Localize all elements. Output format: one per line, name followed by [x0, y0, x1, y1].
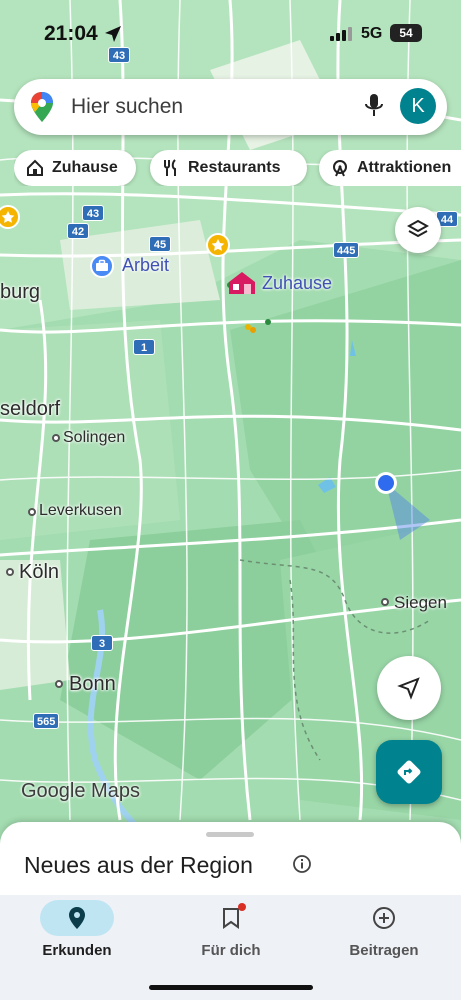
nav-label: Beitragen: [349, 942, 419, 959]
nav-label: Für dich: [201, 942, 261, 959]
home-indicator[interactable]: [149, 985, 313, 990]
home-marker-icon[interactable]: [226, 270, 258, 296]
nav-label: Erkunden: [42, 942, 112, 959]
region-sheet[interactable]: Neues aus der Region: [0, 822, 461, 902]
layers-icon: [407, 219, 429, 238]
home-label[interactable]: Zuhause: [262, 273, 332, 294]
star-marker-icon[interactable]: [0, 205, 24, 229]
chip-restaurants[interactable]: Restaurants: [150, 150, 307, 186]
road-shield: 3: [91, 635, 113, 651]
notification-badge: [238, 903, 246, 911]
location-arrow-icon: [105, 26, 121, 42]
road-shield: 45: [149, 236, 171, 252]
city-label[interactable]: Siegen: [394, 593, 447, 613]
sheet-title: Neues aus der Region: [24, 852, 253, 878]
avatar[interactable]: K: [400, 88, 436, 124]
city-label[interactable]: burg: [0, 281, 40, 304]
status-time: 21:04: [44, 22, 98, 45]
info-icon[interactable]: [292, 854, 312, 874]
road-shield: 445: [333, 242, 360, 258]
navigation-arrow-icon: [397, 677, 420, 700]
google-maps-attribution: Google Maps: [21, 780, 140, 802]
ferris-wheel-icon: [333, 160, 347, 177]
bookmark-icon: [223, 908, 239, 929]
nav-contribute[interactable]: Beitragen: [307, 895, 461, 975]
city-label[interactable]: seldorf: [0, 398, 60, 421]
directions-icon: [397, 760, 421, 784]
search-input[interactable]: Hier suchen: [71, 95, 183, 119]
star-marker-icon[interactable]: [205, 232, 231, 258]
city-label[interactable]: Köln: [19, 561, 59, 584]
battery-icon: 54: [390, 24, 422, 42]
search-bar[interactable]: Hier suchen K: [14, 79, 447, 135]
nav-explore[interactable]: Erkunden: [0, 895, 154, 975]
briefcase-icon[interactable]: [90, 254, 114, 278]
city-label[interactable]: Bonn: [69, 673, 116, 696]
city-dot: [6, 568, 14, 576]
fork-knife-icon: [164, 159, 176, 176]
town-label[interactable]: Leverkusen: [39, 502, 122, 520]
chip-label: Zuhause: [52, 159, 118, 176]
road-shield: 43: [82, 205, 104, 221]
city-dot: [28, 508, 36, 516]
layers-button[interactable]: [395, 207, 441, 253]
microphone-icon[interactable]: [363, 93, 385, 119]
add-circle-icon: [373, 907, 395, 929]
city-dot: [52, 434, 60, 442]
chip-home[interactable]: Zuhause: [14, 150, 136, 186]
status-bar: 21:04 5G 54: [0, 0, 461, 60]
chip-label: Attraktionen: [357, 159, 452, 176]
road-shield: 1: [133, 339, 155, 355]
sheet-handle[interactable]: [206, 832, 254, 837]
city-dot: [55, 680, 63, 688]
nav-icon-wrap: [347, 900, 421, 936]
home-icon: [27, 159, 43, 176]
category-chips: Zuhause Restaurants Attraktionen: [14, 150, 461, 186]
chip-attractions[interactable]: Attraktionen: [319, 150, 461, 186]
nav-icon-wrap: [194, 900, 268, 936]
town-label[interactable]: Solingen: [63, 429, 125, 447]
signal-icon: [330, 27, 352, 41]
nav-for-you[interactable]: Für dich: [154, 895, 308, 975]
network-type: 5G: [361, 25, 383, 42]
nav-icon-wrap: [40, 900, 114, 936]
work-label[interactable]: Arbeit: [122, 255, 169, 276]
directions-button[interactable]: [376, 740, 442, 804]
city-dot: [381, 598, 389, 606]
road-shield: 565: [33, 713, 60, 729]
location-pin-icon: [69, 907, 85, 929]
chip-label: Restaurants: [188, 159, 281, 176]
my-location-button[interactable]: [377, 656, 441, 720]
road-shield: 42: [67, 223, 89, 239]
google-maps-pin-icon: [31, 92, 53, 122]
